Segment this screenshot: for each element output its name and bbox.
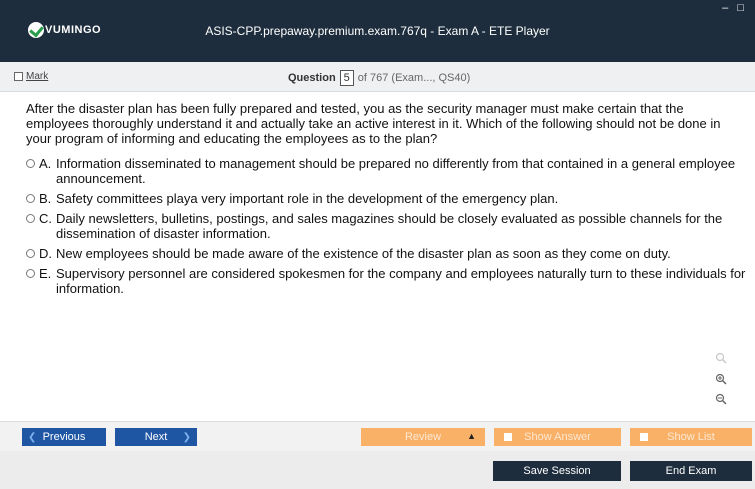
window-title: ASIS-CPP.prepaway.premium.exam.767q - Ex… [205, 24, 550, 38]
question-header: Mark Question 5 of 767 (Exam..., QS40) [0, 62, 755, 92]
zoom-in-icon[interactable] [711, 373, 731, 385]
option-a[interactable]: A. Information disseminated to managemen… [26, 156, 746, 186]
show-list-label: Show List [667, 431, 715, 443]
option-text: New employees should be made aware of th… [56, 246, 671, 261]
next-label: Next [144, 431, 168, 443]
radio-icon[interactable] [26, 194, 35, 203]
question-content: After the disaster plan has been fully p… [26, 101, 746, 301]
option-text: Supervisory personnel are considered spo… [56, 266, 746, 296]
chevron-left-icon: ❮ [28, 431, 37, 443]
search-icon[interactable] [711, 352, 731, 364]
radio-icon[interactable] [26, 249, 35, 258]
zoom-out-icon[interactable] [711, 393, 731, 405]
checkbox-icon [504, 433, 512, 441]
option-text: Safety committees playa very important r… [56, 191, 559, 206]
previous-label: Previous [42, 431, 86, 443]
title-bar: VUMINGO ASIS-CPP.prepaway.premium.exam.7… [0, 0, 755, 62]
next-button[interactable]: Next ❯ [115, 428, 197, 446]
footer-bar: Save Session End Exam [0, 451, 755, 489]
option-text: Information disseminated to management s… [56, 156, 736, 186]
question-total: of 767 (Exam..., QS40) [357, 72, 471, 84]
option-key: A. [39, 156, 52, 171]
show-answer-label: Show Answer [524, 431, 591, 443]
previous-button[interactable]: ❮ Previous [22, 428, 106, 446]
option-c[interactable]: C. Daily newsletters, bulletins, posting… [26, 211, 746, 241]
show-answer-button[interactable]: Show Answer [494, 428, 621, 446]
option-e[interactable]: E. Supervisory personnel are considered … [26, 266, 746, 296]
question-label: Question [288, 72, 336, 84]
caret-up-icon: ▲ [467, 431, 476, 441]
option-b[interactable]: B. Safety committees playa very importan… [26, 191, 746, 206]
question-number-input[interactable]: 5 [339, 70, 354, 86]
mark-label: Mark [26, 71, 49, 82]
question-text: After the disaster plan has been fully p… [26, 101, 721, 146]
navigation-bar: ❮ Previous Next ❯ Review ▲ Show Answer S… [0, 421, 755, 451]
question-counter: Question 5 of 767 (Exam..., QS40) [288, 70, 470, 86]
option-text: Daily newsletters, bulletins, postings, … [56, 211, 723, 241]
checkbox-icon[interactable] [14, 72, 23, 81]
option-key: E. [39, 266, 52, 281]
end-exam-button[interactable]: End Exam [630, 461, 752, 481]
show-list-button[interactable]: Show List [630, 428, 752, 446]
review-label: Review [404, 431, 442, 443]
save-session-button[interactable]: Save Session [493, 461, 621, 481]
option-key: B. [39, 191, 52, 206]
chevron-right-icon: ❯ [182, 431, 191, 443]
radio-icon[interactable] [26, 214, 35, 223]
radio-icon[interactable] [26, 159, 35, 168]
review-button[interactable]: Review ▲ [361, 428, 485, 446]
checkbox-icon [640, 433, 648, 441]
window-controls[interactable]: – □ [722, 2, 747, 14]
radio-icon[interactable] [26, 269, 35, 278]
option-d[interactable]: D. New employees should be made aware of… [26, 246, 746, 261]
option-key: C. [39, 211, 52, 226]
mark-checkbox[interactable]: Mark [14, 71, 48, 82]
option-key: D. [39, 246, 52, 261]
